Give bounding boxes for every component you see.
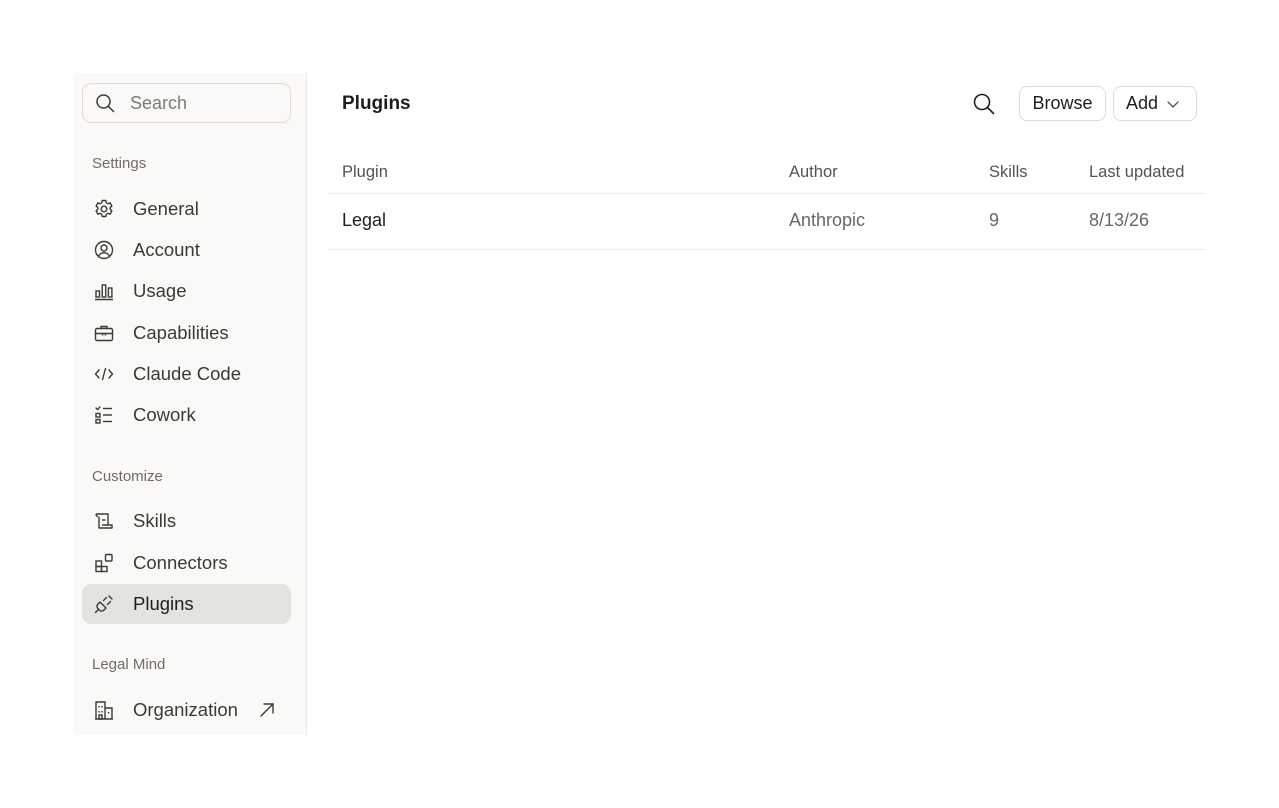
add-button[interactable]: Add xyxy=(1113,86,1197,121)
search-placeholder: Search xyxy=(130,92,188,113)
plugin-name-cell: Legal xyxy=(342,210,387,230)
sidebar-item-label: Account xyxy=(133,239,200,260)
column-header-last-updated[interactable]: Last updated xyxy=(1089,163,1184,182)
briefcase-icon xyxy=(93,322,115,344)
sidebar-item-label: Plugins xyxy=(133,593,194,614)
main-panel: Plugins Browse Add Plugin Author Skills … xyxy=(328,73,1206,735)
section-label-settings: Settings xyxy=(92,155,147,172)
sidebar-item-label: General xyxy=(133,198,199,219)
building-icon xyxy=(93,699,115,721)
sidebar-item-connectors[interactable]: Connectors xyxy=(82,543,291,583)
search-icon xyxy=(96,94,115,113)
author-cell: Anthropic xyxy=(789,210,866,230)
code-icon xyxy=(93,363,115,385)
sidebar-item-claude-code[interactable]: Claude Code xyxy=(82,354,291,394)
add-button-label: Add xyxy=(1126,93,1159,113)
sidebar-item-account[interactable]: Account xyxy=(82,230,291,270)
scroll-icon xyxy=(93,510,115,532)
sidebar-item-skills[interactable]: Skills xyxy=(82,501,291,541)
gear-icon xyxy=(93,198,115,220)
column-header-plugin[interactable]: Plugin xyxy=(342,163,388,182)
checklist-icon xyxy=(93,404,115,426)
search-input[interactable]: Search xyxy=(82,83,291,123)
sidebar-item-organization[interactable]: Organization xyxy=(82,690,291,730)
settings-window: Search Settings General Account Usage Ca… xyxy=(73,73,1206,735)
column-header-author[interactable]: Author xyxy=(789,163,838,182)
sidebar-item-label: Usage xyxy=(133,280,187,301)
chevron-down-icon xyxy=(1167,100,1179,108)
section-label-org: Legal Mind xyxy=(92,656,166,673)
sidebar-item-label: Connectors xyxy=(133,552,228,573)
plug-icon xyxy=(93,593,115,615)
sidebar-item-label: Claude Code xyxy=(133,363,241,384)
browse-button[interactable]: Browse xyxy=(1019,86,1106,121)
sidebar-item-plugins[interactable]: Plugins xyxy=(82,584,291,624)
sidebar-item-cowork[interactable]: Cowork xyxy=(82,395,291,435)
sidebar-item-label: Capabilities xyxy=(133,322,229,343)
last-updated-cell: 8/13/26 xyxy=(1089,210,1150,230)
search-icon[interactable] xyxy=(972,92,996,116)
section-label-customize: Customize xyxy=(92,468,163,485)
sidebar-item-usage[interactable]: Usage xyxy=(82,271,291,311)
sidebar-item-label: Cowork xyxy=(133,404,196,425)
table-row[interactable]: Legal Anthropic 9 8/13/26 xyxy=(328,193,1206,250)
external-link-icon xyxy=(260,703,274,717)
column-header-skills[interactable]: Skills xyxy=(989,163,1028,182)
sidebar-item-general[interactable]: General xyxy=(82,189,291,229)
sidebar-item-label: Organization xyxy=(133,699,238,720)
user-circle-icon xyxy=(93,239,115,261)
sidebar: Search Settings General Account Usage Ca… xyxy=(73,73,307,735)
skills-count-cell: 9 xyxy=(989,210,1000,230)
bar-chart-icon xyxy=(93,280,115,302)
page-title: Plugins xyxy=(342,93,411,114)
blocks-icon xyxy=(93,552,115,574)
sidebar-item-capabilities[interactable]: Capabilities xyxy=(82,313,291,353)
sidebar-item-label: Skills xyxy=(133,510,177,531)
